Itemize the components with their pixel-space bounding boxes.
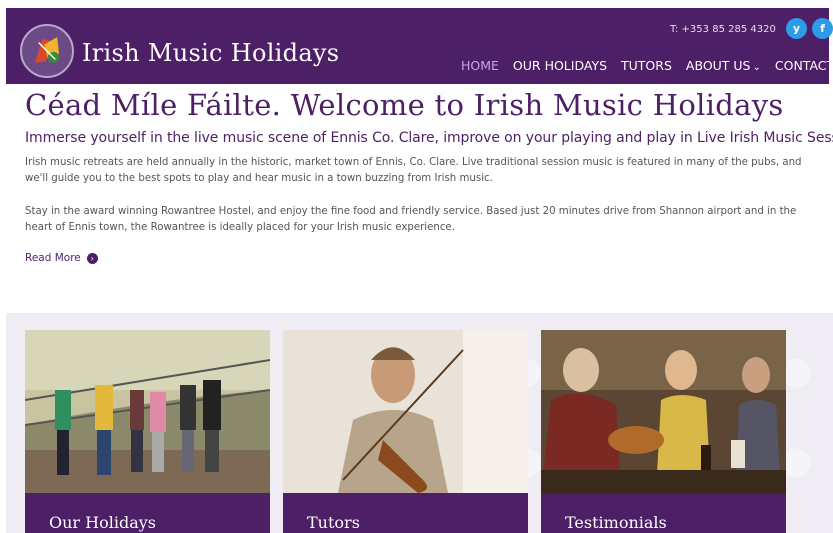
card-label[interactable]: Tutors bbox=[283, 493, 528, 533]
card-tutors[interactable]: Tutors bbox=[283, 330, 528, 533]
intro-paragraph-2: Stay in the award winning Rowantree Host… bbox=[25, 206, 797, 233]
nav-contact-us[interactable]: CONTACT US bbox=[775, 58, 833, 73]
card-testimonials[interactable]: Testimonials bbox=[541, 330, 786, 533]
nav-about-us[interactable]: ABOUT US ⌄ bbox=[686, 58, 761, 73]
intro-paragraph-1: Irish music retreats are held annually i… bbox=[25, 157, 802, 184]
chevron-down-icon: ⌄ bbox=[752, 62, 761, 73]
holidays-photo bbox=[25, 330, 270, 493]
nav-our-holidays[interactable]: OUR HOLIDAYS bbox=[513, 58, 607, 73]
testimonials-photo bbox=[541, 330, 786, 493]
brand-name[interactable]: Irish Music Holidays bbox=[82, 39, 339, 67]
card-our-holidays[interactable]: Our Holidays bbox=[25, 330, 270, 533]
card-label[interactable]: Testimonials bbox=[541, 493, 786, 533]
nav-tutors[interactable]: TUTORS bbox=[621, 58, 672, 73]
main-nav: HOME OUR HOLIDAYS TUTORS ABOUT US ⌄ CONTA… bbox=[461, 58, 833, 73]
tutors-photo bbox=[283, 330, 528, 493]
arrow-right-icon: › bbox=[86, 252, 98, 264]
read-more-link[interactable]: Read More › bbox=[25, 252, 98, 264]
nav-home[interactable]: HOME bbox=[461, 58, 499, 73]
card-label[interactable]: Our Holidays bbox=[25, 493, 270, 533]
read-more-label: Read More bbox=[25, 252, 81, 264]
site-header: Irish Music Holidays T: +353 85 285 4320… bbox=[6, 8, 833, 84]
twitter-icon[interactable]: y bbox=[786, 18, 807, 39]
logo-icon[interactable] bbox=[20, 24, 74, 78]
nav-about-us-label: ABOUT US bbox=[685, 58, 751, 73]
page-title: Céad Míle Fáilte. Welcome to Irish Music… bbox=[25, 88, 784, 122]
facebook-icon[interactable]: f bbox=[812, 18, 833, 39]
phone-number: T: +353 85 285 4320 bbox=[670, 24, 776, 35]
welcome-section: Céad Míle Fáilte. Welcome to Irish Music… bbox=[25, 88, 833, 265]
page-subtitle: Immerse yourself in the live music scene… bbox=[25, 130, 833, 146]
